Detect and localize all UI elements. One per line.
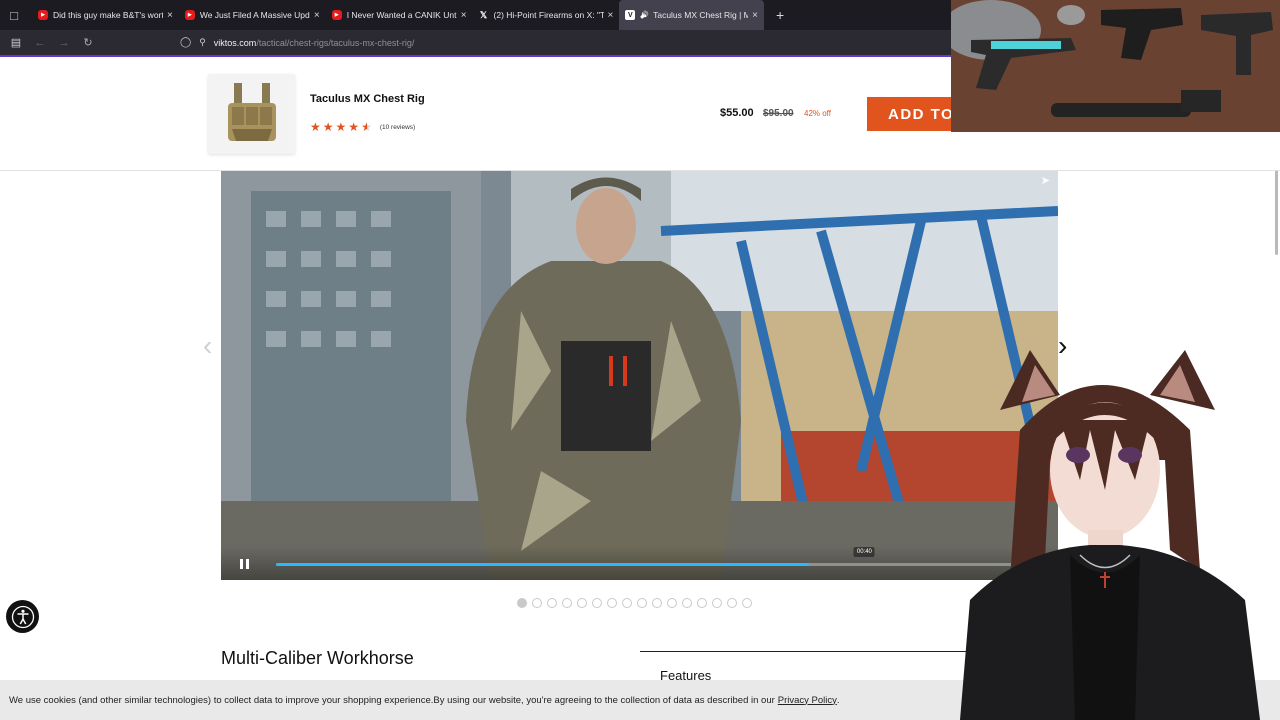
share-icon[interactable]: ➤ xyxy=(1041,174,1050,187)
video-progress-fill xyxy=(276,563,810,566)
youtube-icon: ▶ xyxy=(38,10,48,20)
forward-icon[interactable]: → xyxy=(52,31,76,55)
new-tab-icon[interactable]: + xyxy=(776,7,784,23)
carousel-dots xyxy=(517,598,752,608)
half-star-icon: ★ xyxy=(361,120,372,134)
carousel-dot[interactable] xyxy=(652,598,662,608)
features-divider xyxy=(640,651,970,652)
carousel-dot[interactable] xyxy=(622,598,632,608)
section-title: Multi-Caliber Workhorse xyxy=(221,648,414,668)
lock-icon[interactable]: ⚲ xyxy=(199,37,206,48)
carousel-dot[interactable] xyxy=(682,598,692,608)
video-progress[interactable] xyxy=(276,563,1038,566)
carousel-dot[interactable] xyxy=(697,598,707,608)
vtuber-avatar xyxy=(940,340,1280,720)
carousel-dot[interactable] xyxy=(577,598,587,608)
original-price: $95.00 xyxy=(763,108,794,119)
carousel-dot[interactable] xyxy=(742,598,752,608)
product-name: Taculus MX Chest Rig xyxy=(310,93,425,105)
video-controls: 00:40 xyxy=(221,546,1058,580)
carousel-dot[interactable] xyxy=(562,598,572,608)
carousel-dot[interactable] xyxy=(667,598,677,608)
close-tab-icon[interactable]: × xyxy=(167,10,173,21)
tab-title: (2) Hi-Point Firearms on X: "The xyxy=(493,10,604,20)
carousel-dot[interactable] xyxy=(592,598,602,608)
star-icon: ★ xyxy=(335,120,347,134)
carousel-dot[interactable] xyxy=(532,598,542,608)
url-domain: viktos.com xyxy=(213,37,257,48)
carousel-dot[interactable] xyxy=(727,598,737,608)
scrollbar[interactable] xyxy=(1275,165,1278,255)
shield-icon[interactable]: ◯ xyxy=(180,37,191,48)
star-icon: ★ xyxy=(310,120,321,134)
x-icon: 𝕏 xyxy=(479,9,488,20)
carousel-dot[interactable] xyxy=(547,598,557,608)
accessibility-icon[interactable] xyxy=(6,600,39,633)
close-tab-icon[interactable]: × xyxy=(314,10,320,21)
browser-tab[interactable]: 𝕏 (2) Hi-Point Firearms on X: "The × xyxy=(473,0,620,30)
privacy-policy-link[interactable]: Privacy Policy xyxy=(778,695,837,706)
browser-tab[interactable]: ▶ I Never Wanted a CANIK Until I × xyxy=(326,0,473,30)
carousel-dot[interactable] xyxy=(712,598,722,608)
carousel-prev-icon[interactable]: ‹ xyxy=(203,330,212,362)
browser-tab[interactable]: V 🔊 Taculus MX Chest Rig | Mult× xyxy=(619,0,764,30)
reload-icon[interactable]: ↻ xyxy=(76,31,100,55)
review-count[interactable]: (10 reviews) xyxy=(380,124,415,131)
product-thumbnail[interactable] xyxy=(208,74,295,154)
back-icon[interactable]: ← xyxy=(28,31,52,55)
carousel-dot[interactable] xyxy=(637,598,647,608)
close-tab-icon[interactable]: × xyxy=(752,10,758,21)
audio-playing-icon[interactable]: 🔊 xyxy=(640,11,649,19)
current-price: $55.00 xyxy=(720,107,754,119)
url-bar[interactable]: ◯ ⚲ viktos.com /tactical/chest-rigs/tacu… xyxy=(180,32,414,54)
star-icon: ★ xyxy=(322,120,334,134)
youtube-icon: ▶ xyxy=(331,10,342,20)
video-timestamp: 00:40 xyxy=(853,547,875,557)
browser-tab[interactable]: ▶ We Just Filed A Massive Updat × xyxy=(179,0,326,30)
close-tab-icon[interactable]: × xyxy=(608,10,614,21)
tab-title: Did this guy make B&T's worth xyxy=(53,10,163,20)
video-frame xyxy=(221,171,1058,580)
close-tab-icon[interactable]: × xyxy=(461,10,467,21)
rating-stars[interactable]: ★ ★ ★ ★ ★ (10 reviews) xyxy=(310,120,415,134)
tab-title: I Never Wanted a CANIK Until I xyxy=(346,10,457,20)
pause-icon[interactable] xyxy=(237,557,251,571)
tab-title: We Just Filed A Massive Updat xyxy=(199,10,310,20)
viktos-icon: V xyxy=(625,10,636,20)
cookie-text: We use cookies (and other similar techno… xyxy=(9,694,775,706)
tab-overview-icon[interactable]: □ xyxy=(0,0,28,30)
sidebar-toggle-icon[interactable]: ▤ xyxy=(4,31,28,55)
tab-title: Taculus MX Chest Rig | Mult xyxy=(653,10,749,20)
url-path: /tactical/chest-rigs/taculus-mx-chest-ri… xyxy=(256,37,415,48)
product-video[interactable]: ➤ 00:40 xyxy=(221,171,1058,580)
webcam-overlay xyxy=(951,0,1280,132)
carousel-dot[interactable] xyxy=(517,598,527,608)
star-icon: ★ xyxy=(348,120,360,134)
youtube-icon: ▶ xyxy=(184,10,195,20)
browser-tab[interactable]: ▶ Did this guy make B&T's worth × xyxy=(32,0,179,30)
carousel-dot[interactable] xyxy=(607,598,617,608)
discount-label: 42% off xyxy=(804,109,831,118)
cookie-trailing: . xyxy=(836,694,840,706)
